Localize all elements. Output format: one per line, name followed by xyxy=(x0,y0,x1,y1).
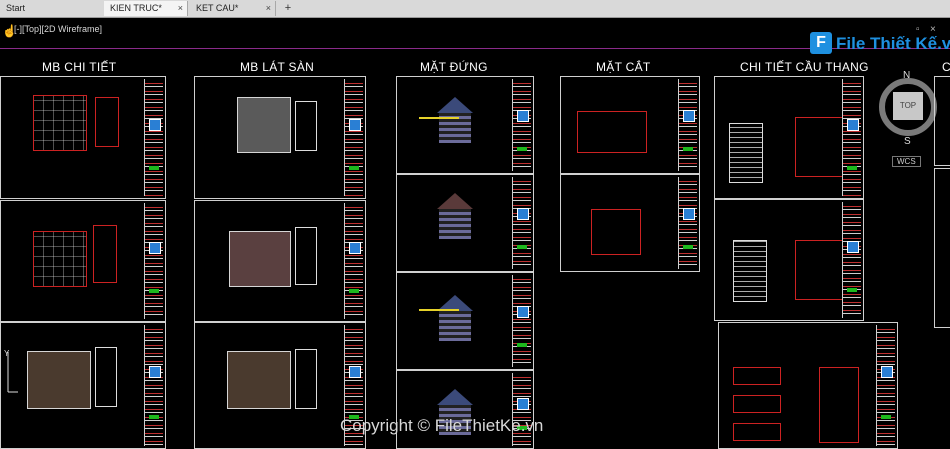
title-block xyxy=(512,177,531,269)
compass-south-label: S xyxy=(904,136,911,147)
tab-ket-cau[interactable]: KET CAU* × xyxy=(190,1,276,16)
drawing-sheet[interactable] xyxy=(194,200,366,322)
wcs-menu-button[interactable]: WCS xyxy=(892,156,921,167)
detail-drawing xyxy=(295,349,317,409)
tab-label: Start xyxy=(6,3,26,13)
detail-drawing xyxy=(95,97,119,147)
ucs-axis-icon: Y xyxy=(4,348,18,396)
stair-plan-drawing xyxy=(729,123,763,183)
svg-text:Y: Y xyxy=(4,349,10,358)
elevation-drawing xyxy=(435,295,475,345)
title-block xyxy=(678,79,697,171)
floor-plan-drawing xyxy=(237,97,291,153)
drawing-sheet[interactable] xyxy=(718,322,898,449)
drawing-sheet[interactable] xyxy=(714,199,864,321)
tab-kien-truc[interactable]: KIEN TRUC* × xyxy=(104,1,188,16)
drawing-sheet[interactable] xyxy=(396,370,534,449)
drawing-sheet[interactable] xyxy=(0,200,166,322)
detail-drawing xyxy=(95,347,117,407)
drawing-sheet[interactable] xyxy=(396,76,534,174)
tab-label: KIEN TRUC* xyxy=(110,3,162,13)
title-block xyxy=(678,177,697,269)
title-block xyxy=(876,325,895,446)
drawing-sheet[interactable] xyxy=(560,76,700,174)
floor-finish-drawing xyxy=(27,351,91,409)
sheet-title-chi-tiet-cau-thang: CHI TIẾT CẦU THANG xyxy=(740,60,869,74)
level-marker xyxy=(419,309,459,311)
sheet-title-mb-chi-tiet: MB CHI TIẾT xyxy=(42,60,117,74)
elevation-drawing xyxy=(435,97,475,147)
stair-plan-drawing xyxy=(733,240,767,302)
title-block xyxy=(512,79,531,171)
drawing-sheet[interactable] xyxy=(194,76,366,199)
logo-mark: F xyxy=(810,32,832,54)
stair-section-drawing xyxy=(795,117,849,177)
tab-label: KET CAU* xyxy=(196,3,239,13)
floor-plan-drawing xyxy=(229,231,291,287)
title-block xyxy=(344,203,363,319)
floor-finish-drawing xyxy=(227,351,291,409)
logo-text: File Thiết Kế.vn xyxy=(836,34,950,53)
site-logo: F File Thiết Kế.vn xyxy=(810,30,950,58)
detail-drawing xyxy=(295,101,317,151)
viewcube[interactable]: N TOP S xyxy=(877,70,941,150)
title-block xyxy=(842,79,861,196)
title-block xyxy=(144,79,163,196)
sheet-title-partial: C xyxy=(942,60,950,74)
title-block xyxy=(842,202,861,318)
drawing-sheet[interactable] xyxy=(0,322,166,449)
divider-line xyxy=(0,48,950,49)
drawing-sheet[interactable] xyxy=(560,174,700,272)
drawing-viewport[interactable]: ☝ [-][Top][2D Wireframe] ▫ × F File Thiế… xyxy=(0,18,950,449)
sheet-title-mat-cat: MẶT CẮT xyxy=(596,60,651,74)
viewport-controls-label[interactable]: [-][Top][2D Wireframe] xyxy=(14,24,102,34)
detail-drawing xyxy=(93,225,117,283)
stair-detail-drawing xyxy=(733,395,781,413)
detail-drawing xyxy=(295,227,317,285)
drawing-sheet[interactable] xyxy=(0,76,166,199)
drawing-sheet[interactable] xyxy=(396,174,534,272)
stair-detail-drawing xyxy=(733,367,781,385)
title-block xyxy=(144,325,163,446)
viewcube-top-face[interactable]: TOP xyxy=(893,92,923,120)
drawing-sheet[interactable] xyxy=(714,76,864,199)
document-tab-bar: Start KIEN TRUC* × KET CAU* × + xyxy=(0,0,950,18)
title-block xyxy=(512,275,531,367)
floor-plan-drawing xyxy=(33,95,87,151)
close-icon[interactable]: × xyxy=(266,1,271,16)
close-icon[interactable]: × xyxy=(178,1,183,16)
sheet-title-mb-lat-san: MB LÁT SÀN xyxy=(240,60,315,74)
elevation-drawing xyxy=(435,193,475,243)
section-drawing xyxy=(591,209,641,255)
section-drawing xyxy=(577,111,647,153)
stair-section-drawing xyxy=(819,367,859,443)
level-marker xyxy=(419,117,459,119)
sheet-title-mat-dung: MẶT ĐỨNG xyxy=(420,60,488,74)
drawing-sheet-partial[interactable] xyxy=(934,168,950,328)
title-block xyxy=(344,79,363,196)
stair-detail-drawing xyxy=(733,423,781,441)
floor-plan-drawing xyxy=(33,231,87,287)
title-block xyxy=(144,203,163,319)
stair-section-drawing xyxy=(795,240,849,300)
drawing-sheet[interactable] xyxy=(396,272,534,370)
drawing-sheet-partial[interactable] xyxy=(934,76,950,166)
copyright-watermark: Copyright © FileThietKe.vn xyxy=(340,416,544,435)
new-tab-button[interactable]: + xyxy=(280,1,296,16)
